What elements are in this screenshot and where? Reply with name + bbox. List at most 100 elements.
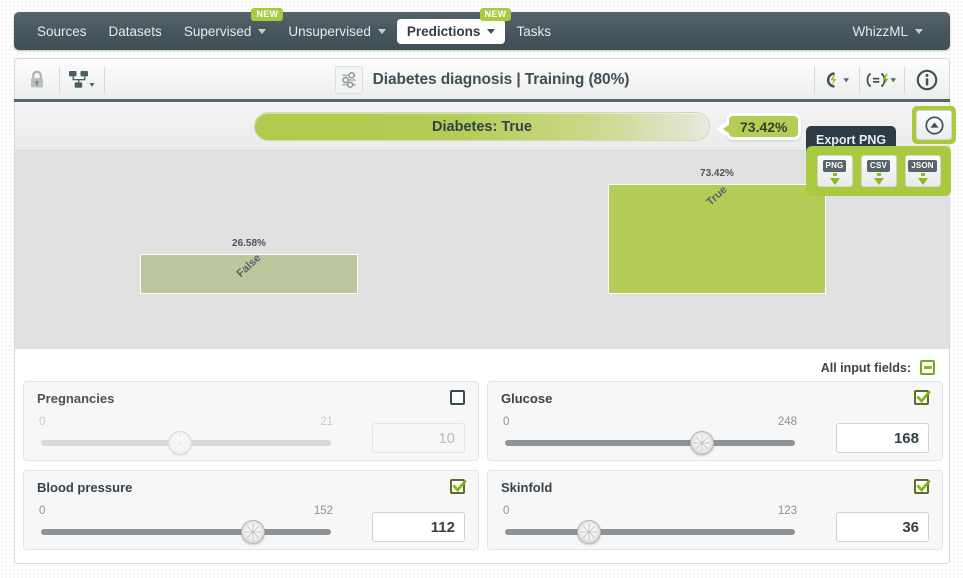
- info-button[interactable]: [905, 59, 949, 100]
- toolbar-divider: [104, 66, 105, 93]
- export-png-button[interactable]: PNG: [816, 155, 853, 187]
- download-arrow-icon: [876, 172, 881, 176]
- chevron-down-icon: [377, 28, 386, 34]
- input-field-card: Skinfold 0 123 36: [487, 470, 943, 550]
- field-value-text: 10: [438, 429, 455, 447]
- slider-handle[interactable]: [577, 520, 602, 544]
- slider-track[interactable]: [41, 520, 331, 544]
- field-slider[interactable]: 0 123: [502, 505, 798, 545]
- model-tree-icon: [69, 70, 95, 88]
- slider-track[interactable]: [505, 431, 795, 455]
- handle-spokes-icon: [694, 435, 711, 451]
- navbar-account[interactable]: WhizzML: [841, 12, 934, 50]
- field-slider[interactable]: 0 152: [38, 505, 334, 545]
- slider-handle[interactable]: [690, 431, 715, 455]
- field-name-label: Skinfold: [501, 480, 553, 495]
- slider-min-label: 0: [39, 416, 46, 428]
- all-input-fields-row: All input fields:: [821, 360, 935, 375]
- field-enable-checkbox[interactable]: [914, 479, 931, 494]
- collapse-up-icon: [924, 115, 944, 135]
- nav-item-label: Sources: [37, 23, 87, 39]
- lock-icon: [31, 70, 43, 88]
- bar-group: 73.42% True: [608, 168, 826, 294]
- field-name-label: Pregnancies: [37, 391, 115, 406]
- sliders-icon: [334, 65, 363, 94]
- field-value-input[interactable]: 168: [836, 423, 929, 453]
- nav-item-supervised[interactable]: Supervised NEW: [173, 7, 284, 44]
- nav-item-tasks[interactable]: Tasks: [505, 19, 562, 44]
- nav-item-label: Datasets: [108, 23, 162, 39]
- nav-item-unsupervised[interactable]: Unsupervised: [277, 19, 397, 44]
- collapse-chart-button[interactable]: [916, 110, 952, 140]
- field-slider[interactable]: 0 21: [38, 416, 334, 456]
- field-value-text: 36: [902, 518, 919, 536]
- field-enable-checkbox[interactable]: [914, 390, 931, 405]
- batch-prediction-icon: [826, 71, 849, 88]
- input-field-card: Glucose 0 248 168: [487, 381, 943, 461]
- nav-item-sources[interactable]: Sources: [26, 19, 98, 44]
- check-icon: [452, 479, 467, 492]
- field-name-label: Blood pressure: [37, 480, 133, 495]
- handle-spokes-icon: [581, 524, 598, 540]
- nav-item-datasets[interactable]: Datasets: [98, 19, 173, 44]
- field-value-input[interactable]: 10: [372, 423, 465, 453]
- prediction-label: Diabetes: True: [432, 118, 532, 135]
- slider-track[interactable]: [41, 431, 331, 455]
- handle-spokes-icon: [172, 435, 189, 451]
- resource-toolbar: Diabetes diagnosis | Training (80%): [14, 58, 950, 100]
- export-json-button[interactable]: JSON: [904, 155, 941, 187]
- slider-min-label: 0: [503, 505, 510, 517]
- main-navbar: Sources Datasets Supervised NEW Unsupervised…: [14, 7, 950, 50]
- nav-item-whizzml[interactable]: WhizzML: [841, 19, 934, 44]
- slider-min-label: 0: [503, 416, 510, 428]
- slider-max-label: 123: [777, 505, 797, 517]
- bar-value-label: 26.58%: [232, 238, 266, 249]
- slider-min-label: 0: [39, 505, 46, 517]
- field-value-input[interactable]: 112: [372, 512, 465, 542]
- page-title: Diabetes diagnosis | Training (80%): [372, 70, 630, 88]
- model-selector-button[interactable]: [60, 59, 104, 100]
- batch-prediction-button[interactable]: [815, 59, 859, 100]
- download-arrow-icon: [829, 177, 840, 185]
- all-input-fields-checkbox[interactable]: [920, 360, 935, 375]
- input-field-card: Pregnancies 0 21 10: [23, 381, 479, 461]
- check-icon: [916, 479, 931, 492]
- field-value-input[interactable]: 36: [836, 512, 929, 542]
- format-tag: CSV: [866, 159, 891, 172]
- slider-handle[interactable]: [168, 431, 193, 455]
- format-tag: JSON: [908, 159, 937, 172]
- confidence-callout: 73.42%: [715, 113, 802, 140]
- download-arrow-icon: [873, 177, 884, 185]
- field-slider[interactable]: 0 248: [502, 416, 798, 456]
- bar-value-label: 73.42%: [700, 168, 734, 179]
- lock-button[interactable]: [15, 59, 59, 100]
- field-enable-checkbox[interactable]: [450, 390, 465, 405]
- bar-group: 26.58% False: [140, 238, 358, 294]
- field-enable-checkbox[interactable]: [450, 479, 467, 494]
- chevron-down-icon: [258, 28, 267, 34]
- export-tooltip-label: Export PNG: [816, 133, 887, 147]
- slider-max-label: 152: [313, 505, 333, 517]
- slider-track[interactable]: [505, 520, 795, 544]
- nav-item-label: Predictions: [406, 23, 481, 39]
- collapse-panel-highlight: [912, 106, 956, 144]
- chevron-down-icon: [915, 28, 923, 34]
- export-csv-button[interactable]: CSV: [860, 155, 897, 187]
- input-fields-grid: Pregnancies 0 21 10 Glucose 0 248 168 Blood pres…: [23, 381, 943, 550]
- input-field-card: Blood pressure 0 152 112: [23, 470, 479, 550]
- nav-item-predictions[interactable]: Predictions NEW: [396, 7, 512, 44]
- field-value-text: 168: [893, 429, 919, 447]
- prediction-bar: Diabetes: True: [254, 112, 710, 141]
- navbar-items: Sources Datasets Supervised NEW Unsupervised…: [26, 7, 562, 50]
- toolbar-left-group: [15, 59, 105, 100]
- toolbar-title-group: Diabetes diagnosis | Training (80%): [15, 59, 949, 100]
- evaluation-icon: [866, 72, 896, 87]
- evaluation-button[interactable]: [860, 59, 904, 100]
- nav-item-label: Tasks: [516, 23, 551, 39]
- slider-handle[interactable]: [240, 520, 265, 544]
- slider-max-label: 21: [320, 416, 333, 428]
- download-arrow-icon: [920, 172, 925, 176]
- download-arrow-icon: [832, 172, 837, 176]
- confidence-value: 73.42%: [740, 118, 788, 135]
- nav-item-label: Supervised: [183, 23, 252, 39]
